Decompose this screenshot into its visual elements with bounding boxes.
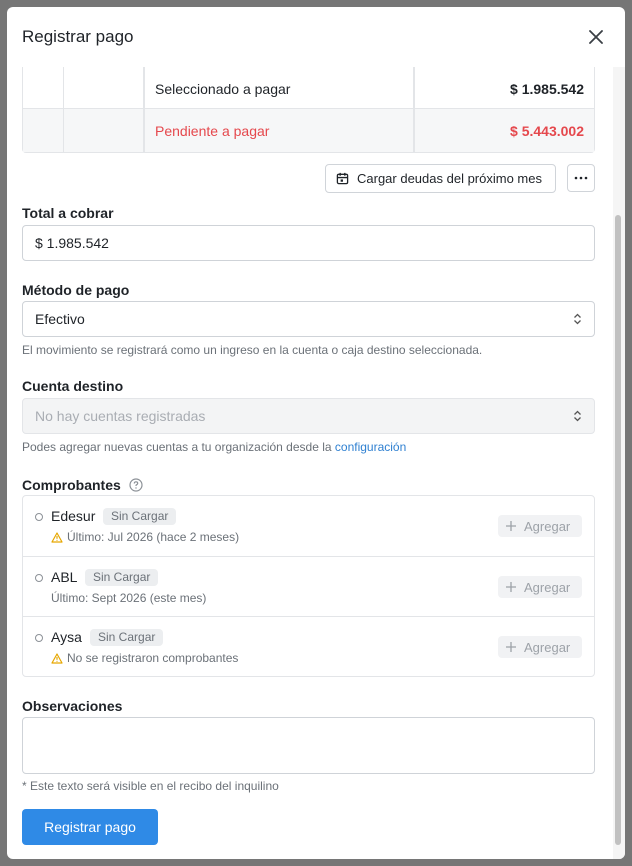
table-cell [23, 67, 64, 111]
comprobante-subtitle: No se registraron comprobantes [51, 651, 238, 665]
payment-method-help: El movimiento se registrará como un ingr… [22, 343, 483, 357]
selected-label: Seleccionado a pagar [145, 67, 415, 111]
plus-icon [506, 642, 516, 652]
submit-payment-button[interactable]: Registrar pago [22, 809, 158, 845]
calendar-icon [336, 172, 349, 185]
status-dot-icon [35, 634, 43, 642]
more-options-button[interactable] [567, 164, 595, 192]
comprobantes-heading: Comprobantes [22, 477, 143, 493]
status-dot-icon [35, 574, 43, 582]
add-label: Agregar [524, 518, 571, 534]
close-icon [589, 30, 603, 44]
status-dot-icon [35, 513, 43, 521]
comprobantes-label: Comprobantes [22, 477, 121, 493]
scrollbar-thumb[interactable] [615, 215, 621, 845]
comprobante-name: Edesur [51, 508, 96, 524]
warning-icon [51, 531, 63, 543]
observations-label: Observaciones [22, 698, 123, 714]
comprobante-sub-text: No se registraron comprobantes [67, 651, 239, 665]
payment-method-value: Efectivo [35, 311, 85, 327]
register-payment-dialog: Registrar pago Seleccionado a pagar $ 1.… [7, 7, 625, 859]
status-badge: Sin Cargar [103, 508, 177, 525]
dialog-header: Registrar pago [7, 7, 625, 67]
pending-value: $ 5.443.002 [510, 122, 584, 139]
destination-select[interactable]: No hay cuentas registradas [22, 398, 595, 434]
load-next-month-label: Cargar deudas del próximo mes [357, 171, 542, 186]
table-cell [23, 109, 64, 152]
dialog-body: Seleccionado a pagar $ 1.985.542 Pendien… [7, 67, 615, 859]
destination-help: Podes agregar nuevas cuentas a tu organi… [22, 440, 406, 454]
comprobante-name: Aysa [51, 629, 82, 645]
chevron-updown-icon [574, 410, 581, 422]
destination-label: Cuenta destino [22, 378, 124, 394]
more-horizontal-icon [574, 176, 588, 180]
table-cell [64, 109, 145, 152]
add-comprobante-button[interactable]: Agregar [498, 576, 582, 598]
total-value: $ 1.985.542 [35, 235, 109, 251]
pending-label: Pendiente a pagar [145, 109, 415, 152]
add-comprobante-button[interactable]: Agregar [498, 515, 582, 537]
chevron-updown-icon [574, 313, 581, 325]
comprobante-sub-text: Último: Sept 2026 (este mes) [51, 591, 207, 605]
add-comprobante-button[interactable]: Agregar [498, 636, 582, 658]
list-item: Aysa Sin Cargar No se registraron compro… [23, 616, 594, 676]
total-label: Total a cobrar [22, 205, 114, 221]
table-row: Pendiente a pagar $ 5.443.002 [23, 108, 594, 152]
table-row: Seleccionado a pagar $ 1.985.542 [23, 67, 594, 111]
help-circle-icon[interactable] [129, 478, 143, 492]
selected-value: $ 1.985.542 [510, 81, 584, 97]
destination-placeholder: No hay cuentas registradas [35, 408, 206, 424]
add-label: Agregar [524, 579, 571, 595]
settings-link[interactable]: configuración [335, 440, 406, 454]
comprobante-subtitle: Último: Sept 2026 (este mes) [51, 591, 206, 605]
dialog-title: Registrar pago [22, 27, 134, 46]
load-next-month-button[interactable]: Cargar deudas del próximo mes [325, 164, 556, 193]
observations-textarea[interactable] [22, 717, 595, 774]
comprobante-name: ABL [51, 569, 78, 585]
list-item: ABL Sin Cargar Último: Sept 2026 (este m… [23, 556, 594, 616]
observations-help: * Este texto será visible en el recibo d… [22, 779, 279, 793]
warning-icon [51, 652, 63, 664]
payment-method-select[interactable]: Efectivo [22, 301, 595, 337]
destination-help-text: Podes agregar nuevas cuentas a tu organi… [22, 440, 335, 454]
plus-icon [506, 582, 516, 592]
table-cell [64, 67, 145, 111]
list-item: Edesur Sin Cargar Último: Jul 2026 (hace… [23, 496, 594, 556]
comprobante-subtitle: Último: Jul 2026 (hace 2 meses) [51, 530, 239, 544]
payment-summary-table: Seleccionado a pagar $ 1.985.542 Pendien… [22, 67, 595, 153]
plus-icon [506, 521, 516, 531]
status-badge: Sin Cargar [85, 569, 159, 586]
close-button[interactable] [582, 23, 610, 51]
total-input[interactable]: $ 1.985.542 [22, 225, 595, 261]
payment-method-label: Método de pago [22, 282, 130, 298]
comprobantes-list: Edesur Sin Cargar Último: Jul 2026 (hace… [22, 495, 595, 677]
add-label: Agregar [524, 639, 571, 655]
status-badge: Sin Cargar [90, 629, 164, 646]
comprobante-sub-text: Último: Jul 2026 (hace 2 meses) [67, 530, 240, 544]
